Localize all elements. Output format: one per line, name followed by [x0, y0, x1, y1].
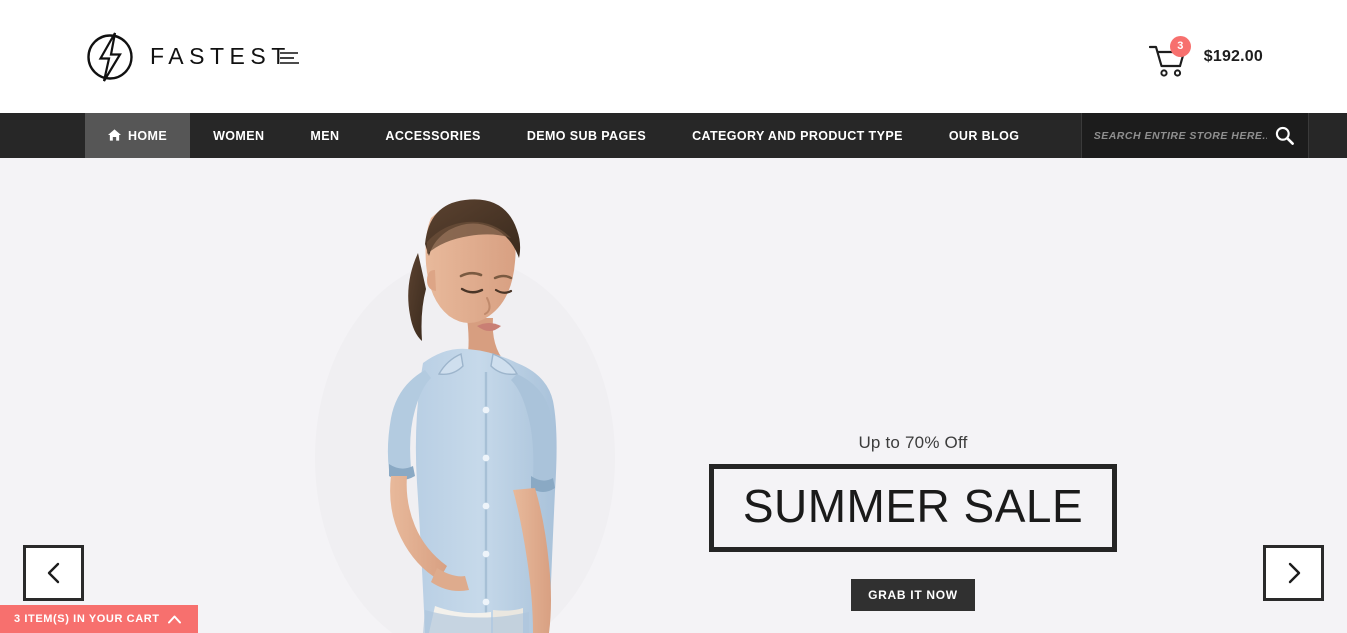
lightning-bolt-circle-icon: [87, 31, 133, 82]
nav-right-spacer: [1308, 113, 1347, 158]
search-icon: [1275, 126, 1294, 145]
chevron-right-icon: [1288, 562, 1300, 584]
nav-left-spacer: [0, 113, 85, 158]
grab-it-now-button[interactable]: GRAB IT NOW: [851, 579, 975, 611]
chevron-left-icon: [47, 562, 59, 584]
hero-kicker: Up to 70% Off: [858, 433, 968, 452]
nav-item-list: HOME WOMEN MEN ACCESSORIES DEMO SUB PAGE…: [85, 113, 1042, 158]
nav-item-men-label: MEN: [310, 128, 340, 143]
main-navigation: HOME WOMEN MEN ACCESSORIES DEMO SUB PAGE…: [0, 113, 1347, 158]
minicart-bar[interactable]: 3 item(s) in your cart: [0, 605, 198, 633]
nav-gap: [1042, 113, 1080, 158]
minicart-label: 3 item(s) in your cart: [14, 613, 160, 625]
hero-copy: Up to 70% Off SUMMER SALE GRAB IT NOW: [709, 433, 1117, 611]
cart-total: $192.00: [1203, 47, 1263, 65]
site-header: FASTEST FASTEST 3 $192.00: [0, 0, 1347, 113]
nav-item-women-label: WOMEN: [213, 128, 265, 143]
nav-item-home[interactable]: HOME: [85, 113, 191, 158]
nav-item-accessories-label: ACCESSORIES: [385, 128, 481, 143]
hero-model-image: [255, 158, 655, 633]
chevron-up-icon: [167, 615, 181, 623]
search-button[interactable]: [1275, 126, 1294, 145]
nav-item-our-blog-label: OUR BLOG: [948, 128, 1020, 143]
hero-slider: Up to 70% Off SUMMER SALE GRAB IT NOW 3 …: [0, 158, 1347, 633]
nav-item-home-label: HOME: [128, 128, 168, 143]
cart-summary[interactable]: 3 $192.00: [1146, 35, 1263, 78]
logo-wordmark: FASTEST: [150, 43, 299, 69]
hero-title: SUMMER SALE: [742, 480, 1084, 532]
nav-item-demo-sub-pages[interactable]: DEMO SUB PAGES: [504, 113, 669, 158]
svg-text:FASTEST: FASTEST: [150, 43, 291, 69]
home-icon: [108, 129, 121, 141]
nav-item-accessories[interactable]: ACCESSORIES: [362, 113, 503, 158]
woman-in-light-blue-shirt-illustration: [255, 158, 655, 633]
site-logo[interactable]: FASTEST FASTEST: [84, 31, 300, 83]
cart-badge: 3: [1169, 35, 1191, 57]
hero-title-box: SUMMER SALE: [709, 464, 1117, 552]
slider-next-button[interactable]: [1263, 545, 1324, 601]
nav-item-our-blog[interactable]: OUR BLOG: [926, 113, 1043, 158]
nav-item-demo-sub-pages-label: DEMO SUB PAGES: [526, 128, 647, 143]
nav-item-men[interactable]: MEN: [287, 113, 362, 158]
nav-item-category-and-product-type-label: CATEGORY AND PRODUCT TYPE: [692, 128, 903, 143]
search-input[interactable]: [1093, 129, 1267, 142]
cart-icon-wrapper[interactable]: 3: [1146, 35, 1191, 78]
search-container: [1080, 113, 1309, 158]
nav-item-category-and-product-type[interactable]: CATEGORY AND PRODUCT TYPE: [669, 113, 926, 158]
slider-prev-button[interactable]: [23, 545, 84, 601]
nav-item-women[interactable]: WOMEN: [190, 113, 287, 158]
